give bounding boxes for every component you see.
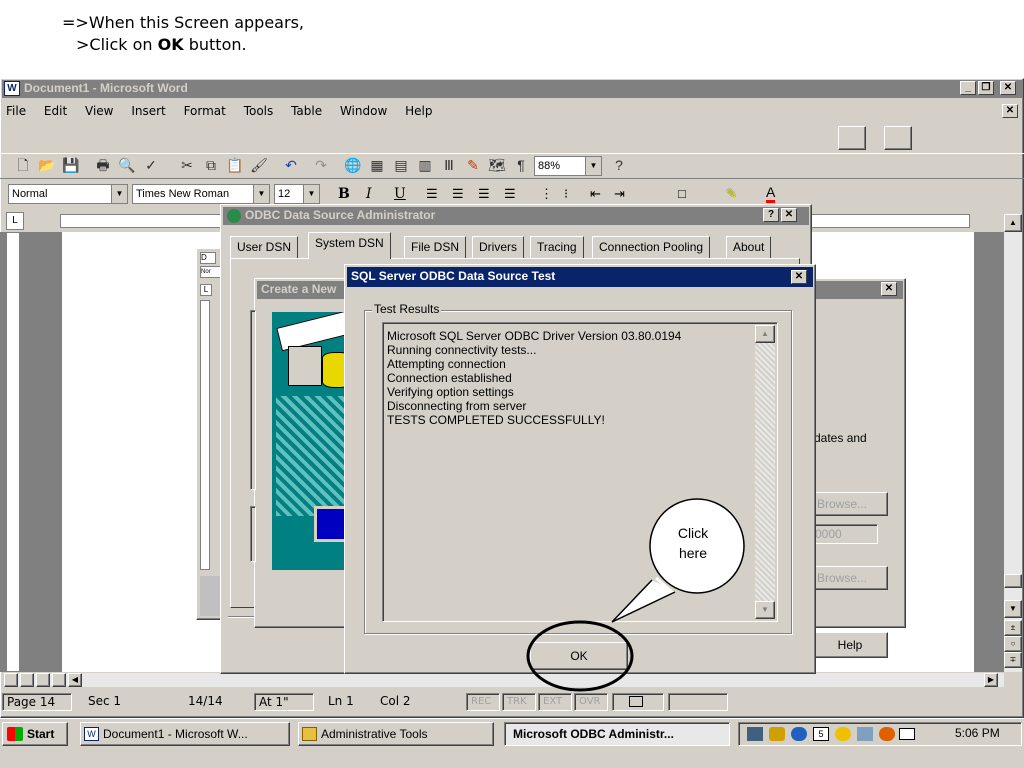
network-icon[interactable] — [747, 727, 763, 741]
task-odbc-admin[interactable]: Microsoft ODBC Administr... — [504, 722, 730, 746]
tray-icon-6[interactable] — [857, 727, 873, 741]
tab-system-dsn[interactable]: System DSN — [308, 232, 391, 259]
tray-icon-7[interactable] — [879, 727, 895, 741]
windows-logo-icon — [7, 727, 23, 741]
word-task-icon: W — [84, 727, 99, 741]
tray-icon-3[interactable] — [791, 727, 807, 741]
ok-highlight-ellipse — [526, 620, 634, 692]
task-odbc-label: Microsoft ODBC Administr... — [513, 727, 674, 741]
callout-text-line-1: Click — [678, 525, 709, 541]
sun-icon[interactable] — [835, 727, 851, 741]
task-admin-tools-label: Administrative Tools — [321, 727, 428, 741]
start-label: Start — [27, 727, 55, 741]
mail-icon[interactable] — [899, 728, 915, 740]
clock[interactable]: 5:06 PM — [955, 726, 1000, 740]
start-button[interactable]: Start — [2, 722, 68, 746]
callout-text-line-2: here — [679, 545, 707, 561]
system-tray: 5 5:06 PM — [738, 722, 1022, 746]
callout-overlay: Click here — [526, 498, 745, 692]
task-word-label: Document1 - Microsoft W... — [103, 727, 248, 741]
tray-icon-2[interactable] — [769, 727, 785, 741]
folder-icon — [302, 727, 317, 741]
calendar-icon[interactable]: 5 — [813, 727, 829, 741]
task-admin-tools[interactable]: Administrative Tools — [298, 722, 494, 746]
task-word[interactable]: W Document1 - Microsoft W... — [80, 722, 290, 746]
